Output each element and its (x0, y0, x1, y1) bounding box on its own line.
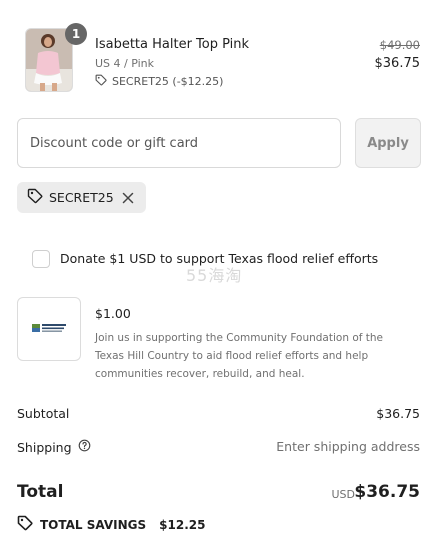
close-icon[interactable] (120, 190, 136, 206)
product-discount-text: SECRET25 (-$12.25) (112, 75, 224, 88)
discount-code-input[interactable] (17, 118, 341, 168)
tag-icon (95, 74, 107, 89)
shipping-label-text: Shipping (17, 439, 72, 455)
product-variant: US 4 / Pink (95, 57, 155, 70)
subtotal-value: $36.75 (376, 406, 420, 421)
donate-checkbox[interactable] (32, 250, 50, 268)
product-discount-line: SECRET25 (-$12.25) (95, 74, 223, 89)
original-price: $49.00 (379, 38, 420, 52)
subtotal-label: Subtotal (17, 406, 69, 421)
donation-description: Join us in supporting the Community Foun… (95, 332, 384, 380)
total-value: $36.75 (354, 482, 420, 502)
tag-icon (17, 515, 33, 534)
applied-code-label: SECRET25 (49, 190, 114, 205)
total-savings: TOTAL SAVINGS $12.25 (17, 515, 205, 534)
applied-discount-chip: SECRET25 (17, 182, 146, 213)
tag-icon (27, 188, 43, 207)
total-label: Total (17, 482, 64, 502)
savings-value: $12.25 (159, 517, 206, 532)
donation-logo (17, 297, 81, 361)
shipping-label: Shipping (17, 439, 91, 455)
apply-button[interactable]: Apply (355, 118, 421, 168)
total-currency: USD (331, 488, 355, 501)
shipping-value: Enter shipping address (276, 439, 420, 454)
help-icon[interactable] (78, 439, 91, 455)
product-price: $36.75 (374, 56, 421, 71)
quantity-badge: 1 (65, 23, 87, 45)
product-name: Isabetta Halter Top Pink (95, 37, 250, 52)
donation-amount: $1.00 (95, 306, 131, 321)
subtotal-label-text: Subtotal (17, 406, 70, 421)
watermark: 55海淘 (186, 266, 243, 285)
savings-label: TOTAL SAVINGS (40, 517, 147, 532)
